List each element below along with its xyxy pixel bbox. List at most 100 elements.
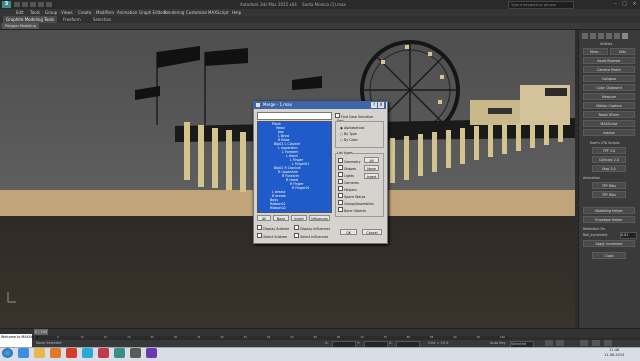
menu-modifiers[interactable]: Modifiers: [96, 9, 114, 16]
types-none-button[interactable]: None: [364, 165, 379, 171]
app-icon-3[interactable]: [146, 348, 157, 358]
modify-tab-icon[interactable]: [590, 33, 596, 39]
menu-create[interactable]: Create: [78, 9, 91, 16]
map-button[interactable]: Map 2.0: [592, 165, 626, 172]
type-geometry-check[interactable]: Geometry: [338, 158, 361, 164]
media-player-icon[interactable]: [50, 348, 61, 358]
measure-button[interactable]: Measure: [583, 93, 635, 100]
list-all-button[interactable]: All: [257, 215, 271, 221]
select-influences-option[interactable]: Select Influences: [294, 233, 328, 239]
envelope-helper-button[interactable]: Envelope Helper: [583, 216, 635, 223]
zoom-icon[interactable]: [580, 340, 588, 346]
collapse-button[interactable]: Collapse: [583, 75, 635, 82]
close-panel-button[interactable]: Close: [592, 252, 626, 259]
acrobat-icon[interactable]: [66, 348, 77, 358]
merge-object-list[interactable]: Plank Head Jaw L Brow R Brow Bip01 L Cla…: [257, 121, 332, 213]
orbit-icon[interactable]: [604, 340, 612, 346]
list-invert-button[interactable]: Invert: [291, 215, 307, 221]
menu-animation[interactable]: Animation: [117, 9, 137, 16]
maximize-icon[interactable]: □: [620, 1, 629, 7]
utilities-tab-icon[interactable]: [622, 33, 628, 39]
list-none-button[interactable]: None: [273, 215, 289, 221]
start-button-icon[interactable]: [2, 348, 13, 358]
select-subtree-option[interactable]: Select Subtree: [257, 233, 287, 239]
taskbar-clock[interactable]: 11:48 11-06-2015: [604, 348, 624, 358]
redo-icon[interactable]: [46, 2, 52, 7]
3dsmax-taskbar-icon[interactable]: [114, 348, 125, 358]
menu-rendering[interactable]: Rendering: [164, 9, 184, 16]
modelling-helper-button[interactable]: Modelling Helper: [583, 207, 635, 214]
camera-match-button[interactable]: Camera Match: [583, 66, 635, 73]
auto-key-label[interactable]: Auto Key: [490, 341, 506, 345]
sets-button[interactable]: Sets: [610, 48, 635, 55]
roll-increment-input[interactable]: 0.01: [620, 232, 637, 239]
list-influences-button[interactable]: Influences: [309, 215, 330, 221]
open-file-icon[interactable]: [22, 2, 28, 7]
explorer-icon[interactable]: [34, 348, 45, 358]
tpf-ribs-button-2[interactable]: TPF Ribs: [592, 191, 626, 198]
type-space-warps-check[interactable]: Space Warps: [338, 193, 365, 199]
ie-icon[interactable]: [18, 348, 29, 358]
minimize-icon[interactable]: –: [611, 1, 620, 7]
list-item[interactable]: R Finger01: [292, 186, 310, 191]
dialog-help-button[interactable]: ?: [371, 102, 377, 108]
type-lights-check[interactable]: Lights: [338, 172, 354, 178]
maxscript-listener[interactable]: Welcome to MAXScript: [0, 334, 38, 347]
list-item[interactable]: Ribbon02: [270, 206, 286, 211]
app-menu-button[interactable]: 3: [2, 1, 11, 8]
polygon-modeling-panel[interactable]: Polygon Modeling: [2, 23, 39, 29]
motion-capture-button[interactable]: Motion Capture: [583, 102, 635, 109]
type-groups-check[interactable]: Group/Assemblies: [338, 200, 374, 206]
menu-maxscript[interactable]: MAXScript: [208, 9, 229, 16]
type-cameras-check[interactable]: Cameras: [338, 179, 359, 185]
undo-icon[interactable]: [38, 2, 44, 7]
display-influences-option[interactable]: Display Influences: [294, 225, 330, 231]
skype-icon[interactable]: [82, 348, 93, 358]
menu-tools[interactable]: Tools: [30, 9, 40, 16]
merge-filter-input[interactable]: [257, 112, 332, 120]
dialog-close-button[interactable]: X: [378, 102, 384, 108]
reset-xform-button[interactable]: Reset XForm: [583, 111, 635, 118]
motion-tab-icon[interactable]: [606, 33, 612, 39]
close-icon[interactable]: ×: [630, 1, 639, 7]
new-file-icon[interactable]: [14, 2, 20, 7]
app-icon-2[interactable]: [130, 348, 141, 358]
sort-alphabetical-radio[interactable]: ◉ Alphabetical: [340, 126, 364, 130]
pan-icon[interactable]: [592, 340, 600, 346]
type-helpers-check[interactable]: Helpers: [338, 186, 357, 192]
display-tab-icon[interactable]: [614, 33, 620, 39]
types-invert-button[interactable]: Invert: [364, 173, 379, 179]
next-frame-icon[interactable]: [556, 340, 564, 346]
menu-views[interactable]: Views: [61, 9, 73, 16]
app-icon[interactable]: [98, 348, 109, 358]
menu-group[interactable]: Group: [45, 9, 57, 16]
color-clipboard-button[interactable]: Color Clipboard: [583, 84, 635, 91]
tpf-button[interactable]: TPF 3.0: [592, 147, 626, 154]
cancel-button[interactable]: Cancel: [362, 229, 382, 235]
display-subtree-option[interactable]: Display Subtree: [257, 225, 289, 231]
menu-help[interactable]: Help: [232, 9, 241, 16]
more-button[interactable]: More...: [583, 48, 608, 55]
types-all-button[interactable]: All: [364, 157, 379, 163]
menu-edit[interactable]: Edit: [16, 9, 24, 16]
tab-graphite-modeling-tools[interactable]: Graphite Modeling Tools: [3, 16, 58, 23]
save-file-icon[interactable]: [30, 2, 36, 7]
apply-increment-button[interactable]: Apply increment: [583, 240, 635, 247]
hierarchy-tab-icon[interactable]: [598, 33, 604, 39]
create-tab-icon[interactable]: [582, 33, 588, 39]
type-bones-check[interactable]: Bone Objects: [338, 207, 366, 213]
menu-graph-editors[interactable]: Graph Editors: [139, 9, 166, 16]
menu-customize[interactable]: Customize: [186, 9, 207, 16]
play-icon[interactable]: [545, 340, 553, 346]
collision-button[interactable]: Collision 2.0: [592, 156, 626, 163]
type-shapes-check[interactable]: Shapes: [338, 165, 356, 171]
asset-browser-button[interactable]: Asset Browser: [583, 57, 635, 64]
maxscript-button[interactable]: MAXScript: [583, 120, 635, 127]
ok-button[interactable]: OK: [340, 229, 357, 235]
tab-selection[interactable]: Selection: [90, 16, 114, 23]
reactor-button[interactable]: reactor: [583, 129, 635, 136]
tab-freeform[interactable]: Freeform: [60, 16, 84, 23]
help-search-input[interactable]: Type a keyword or phrase: [508, 1, 574, 9]
tpf-ribs-button[interactable]: TPF Ribs: [592, 182, 626, 189]
sort-by-type-radio[interactable]: ○ By Type: [340, 132, 357, 136]
